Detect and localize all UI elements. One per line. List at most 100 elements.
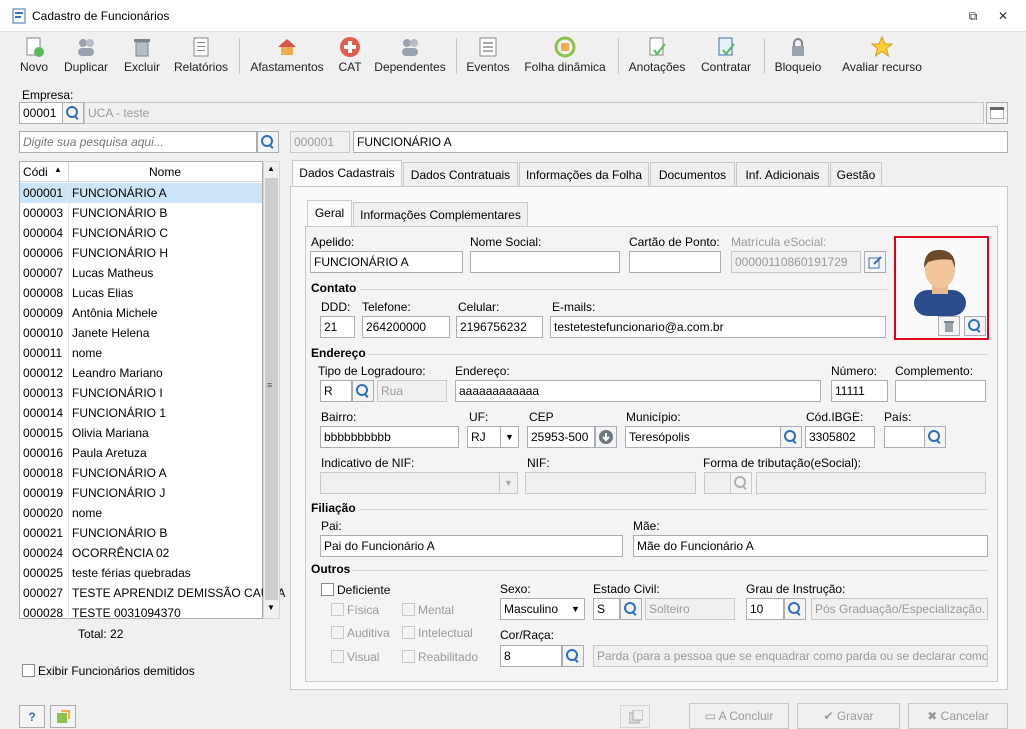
- tab-informacoes-folha[interactable]: Informações da Folha: [519, 162, 649, 187]
- tab-gestao[interactable]: Gestão: [830, 162, 882, 187]
- list-item[interactable]: 000008 Lucas Elias: [20, 283, 262, 303]
- apelido-input[interactable]: FUNCIONÁRIO A: [310, 251, 463, 273]
- delete-photo-button[interactable]: [938, 316, 960, 336]
- ddd-input[interactable]: 21: [320, 316, 355, 338]
- list-item[interactable]: 000012 Leandro Mariano: [20, 363, 262, 383]
- tab-inf-adicionais[interactable]: Inf. Adicionais: [736, 162, 829, 187]
- reports-button[interactable]: Relatórios: [172, 32, 230, 78]
- subtab-geral[interactable]: Geral: [307, 200, 352, 227]
- tab-dados-contratuais[interactable]: Dados Contratuais: [403, 162, 518, 187]
- deficiente-checkbox[interactable]: [321, 583, 334, 596]
- chevron-down-icon[interactable]: ▼: [567, 598, 585, 620]
- list-item[interactable]: 000020 nome: [20, 503, 262, 523]
- new-doc-icon: [26, 37, 44, 57]
- list-item[interactable]: 000010 Janete Helena: [20, 323, 262, 343]
- close-icon[interactable]: ✕: [993, 6, 1013, 26]
- list-item[interactable]: 000013 FUNCIONÁRIO I: [20, 383, 262, 403]
- pais-search-button[interactable]: [924, 426, 946, 448]
- company-panel-button[interactable]: [986, 102, 1008, 124]
- cor-search-button[interactable]: [562, 645, 584, 667]
- employee-code: 000007: [23, 266, 64, 280]
- list-item[interactable]: 000015 Olivia Mariana: [20, 423, 262, 443]
- list-item[interactable]: 000025 teste férias quebradas: [20, 563, 262, 583]
- company-code-input[interactable]: 00001: [19, 102, 63, 124]
- mae-input[interactable]: Mãe do Funcionário A: [633, 535, 988, 557]
- block-button[interactable]: Bloqueio: [772, 32, 824, 78]
- list-item[interactable]: 000018 FUNCIONÁRIO A: [20, 463, 262, 483]
- tipo-input[interactable]: R: [320, 380, 352, 402]
- company-search-button[interactable]: [62, 102, 84, 124]
- list-item[interactable]: 000009 Antônia Michele: [20, 303, 262, 323]
- cor-input[interactable]: 8: [500, 645, 562, 667]
- municipio-search-button[interactable]: [780, 426, 802, 448]
- municipio-input[interactable]: Teresópolis: [625, 426, 781, 448]
- grau-input[interactable]: 10: [746, 598, 784, 620]
- edit-matricula-button[interactable]: [864, 251, 886, 273]
- export-button[interactable]: [50, 705, 76, 728]
- uf-select[interactable]: RJ: [467, 426, 501, 448]
- emails-input[interactable]: testetestefuncionario@a.com.br: [550, 316, 886, 338]
- dynamic-payroll-button[interactable]: Folha dinâmica: [520, 32, 610, 78]
- header-code[interactable]: Códi: [23, 165, 48, 179]
- rate-resource-button[interactable]: Avaliar recurso: [840, 32, 924, 78]
- tipo-search-button[interactable]: [352, 380, 374, 402]
- list-item[interactable]: 000021 FUNCIONÁRIO B: [20, 523, 262, 543]
- nome-social-input[interactable]: [470, 251, 620, 273]
- endereco-input[interactable]: aaaaaaaaaaaa: [455, 380, 821, 402]
- events-button[interactable]: Eventos: [464, 32, 512, 78]
- list-item[interactable]: 000001 FUNCIONÁRIO A: [20, 183, 262, 203]
- cep-input[interactable]: 25953-500: [527, 426, 595, 448]
- estado-civil-search-button[interactable]: [620, 598, 642, 620]
- leaves-button[interactable]: Afastamentos: [248, 32, 326, 78]
- duplicate-button[interactable]: Duplicar: [62, 32, 110, 78]
- pai-input[interactable]: Pai do Funcionário A: [320, 535, 623, 557]
- notes-button[interactable]: Anotações: [626, 32, 688, 78]
- restore-icon[interactable]: ⧉: [963, 6, 983, 26]
- tab-documentos[interactable]: Documentos: [650, 162, 735, 187]
- cancel-icon: ✖: [927, 709, 941, 723]
- list-item[interactable]: 000007 Lucas Matheus: [20, 263, 262, 283]
- tab-dados-cadastrais[interactable]: Dados Cadastrais: [292, 160, 402, 187]
- cat-button[interactable]: CAT: [334, 32, 366, 78]
- list-item[interactable]: 000019 FUNCIONÁRIO J: [20, 483, 262, 503]
- scroll-down-icon[interactable]: ▼: [267, 603, 275, 612]
- pais-input[interactable]: [884, 426, 925, 448]
- cep-lookup-button[interactable]: [595, 426, 617, 448]
- list-item[interactable]: 000006 FUNCIONÁRIO H: [20, 243, 262, 263]
- celular-input[interactable]: 2196756232: [456, 316, 543, 338]
- photo-box[interactable]: [894, 236, 989, 340]
- delete-button[interactable]: Excluir: [120, 32, 164, 78]
- cartao-input[interactable]: [629, 251, 721, 273]
- employee-name-input[interactable]: FUNCIONÁRIO A: [353, 131, 1008, 153]
- list-item[interactable]: 000004 FUNCIONÁRIO C: [20, 223, 262, 243]
- list-item[interactable]: 000024 OCORRÊNCIA 02: [20, 543, 262, 563]
- list-item[interactable]: 000014 FUNCIONÁRIO 1: [20, 403, 262, 423]
- list-item[interactable]: 000016 Paula Aretuza: [20, 443, 262, 463]
- list-scrollbar[interactable]: ▲ ≡ ▼: [263, 161, 280, 619]
- sexo-select[interactable]: Masculino: [500, 598, 568, 620]
- employee-search-button[interactable]: [257, 131, 279, 153]
- complemento-input[interactable]: [895, 380, 986, 402]
- dependents-button[interactable]: Dependentes: [374, 32, 446, 78]
- numero-input[interactable]: 11111: [831, 380, 888, 402]
- hire-button[interactable]: Contratar: [696, 32, 756, 78]
- mae-label: Mãe:: [633, 519, 660, 533]
- header-name[interactable]: Nome: [149, 165, 181, 179]
- list-item[interactable]: 000028 TESTE 0031094370: [20, 603, 262, 623]
- list-item[interactable]: 000003 FUNCIONÁRIO B: [20, 203, 262, 223]
- bairro-input[interactable]: bbbbbbbbbb: [320, 426, 459, 448]
- ibge-input[interactable]: 3305802: [805, 426, 875, 448]
- scroll-up-icon[interactable]: ▲: [267, 164, 275, 173]
- subtab-informacoes-complementares[interactable]: Informações Complementares: [353, 202, 528, 227]
- help-button[interactable]: ?: [19, 705, 45, 728]
- list-item[interactable]: 000027 TESTE APRENDIZ DEMISSÃO CAUSA: [20, 583, 285, 603]
- show-dismissed-checkbox[interactable]: [22, 664, 35, 677]
- telefone-input[interactable]: 264200000: [362, 316, 450, 338]
- list-item[interactable]: 000011 nome: [20, 343, 262, 363]
- employee-search-input[interactable]: [19, 131, 257, 153]
- chevron-down-icon[interactable]: ▼: [501, 426, 519, 448]
- search-photo-button[interactable]: [964, 316, 986, 336]
- estado-civil-input[interactable]: S: [593, 598, 620, 620]
- new-button[interactable]: Novo: [14, 32, 54, 78]
- grau-search-button[interactable]: [784, 598, 806, 620]
